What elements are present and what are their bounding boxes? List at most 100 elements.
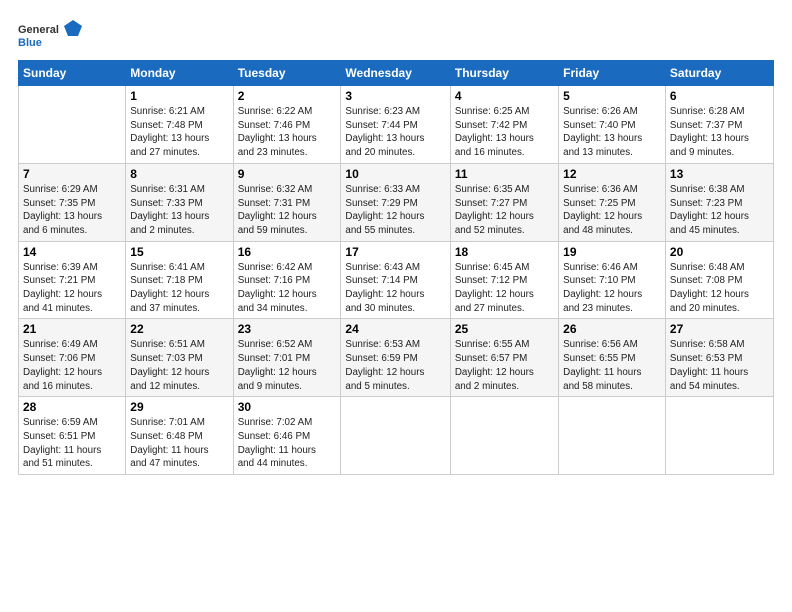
calendar-table: SundayMondayTuesdayWednesdayThursdayFrid… — [18, 60, 774, 475]
day-number: 22 — [130, 322, 228, 336]
day-info: Sunrise: 6:32 AMSunset: 7:31 PMDaylight:… — [238, 183, 337, 238]
weekday-header-friday: Friday — [559, 61, 666, 86]
day-info: Sunrise: 6:58 AMSunset: 6:53 PMDaylight:… — [670, 338, 769, 393]
day-number: 21 — [23, 322, 121, 336]
day-info: Sunrise: 6:41 AMSunset: 7:18 PMDaylight:… — [130, 261, 228, 316]
calendar-cell: 11Sunrise: 6:35 AMSunset: 7:27 PMDayligh… — [450, 163, 558, 241]
calendar-cell: 19Sunrise: 6:46 AMSunset: 7:10 PMDayligh… — [559, 241, 666, 319]
weekday-header-monday: Monday — [126, 61, 233, 86]
header: General Blue — [18, 18, 774, 50]
day-number: 16 — [238, 245, 337, 259]
calendar-cell: 10 Sunrise: 6:33 AMSunset: 7:29 PMDayligh… — [341, 163, 450, 241]
day-number: 8 — [130, 167, 228, 181]
calendar-cell: 27 Sunrise: 6:58 AMSunset: 6:53 PMDayligh… — [665, 319, 773, 397]
calendar-cell: 28 Sunrise: 6:59 AMSunset: 6:51 PMDayligh… — [19, 397, 126, 475]
day-number: 24 — [345, 322, 445, 336]
calendar-cell: 21 Sunrise: 6:49 AMSunset: 7:06 PMDayligh… — [19, 319, 126, 397]
calendar-cell: 18Sunrise: 6:45 AMSunset: 7:12 PMDayligh… — [450, 241, 558, 319]
day-info: Sunrise: 6:33 AMSunset: 7:29 PMDaylight:… — [345, 183, 445, 238]
calendar-cell: 7Sunrise: 6:29 AMSunset: 7:35 PMDaylight… — [19, 163, 126, 241]
logo-icon: General Blue — [18, 18, 88, 50]
day-info: Sunrise: 6:28 AMSunset: 7:37 PMDaylight:… — [670, 105, 769, 160]
page: General Blue SundayMondayTuesdayWednesda… — [0, 0, 792, 612]
day-number: 18 — [455, 245, 554, 259]
calendar-cell: 29 Sunrise: 7:01 AMSunset: 6:48 PMDayligh… — [126, 397, 233, 475]
day-info: Sunrise: 6:25 AMSunset: 7:42 PMDaylight:… — [455, 105, 554, 160]
calendar-cell: 6Sunrise: 6:28 AMSunset: 7:37 PMDaylight… — [665, 86, 773, 164]
calendar-cell: 14 Sunrise: 6:39 AMSunset: 7:21 PMDayligh… — [19, 241, 126, 319]
calendar-cell: 23Sunrise: 6:52 AMSunset: 7:01 PMDayligh… — [233, 319, 341, 397]
day-number: 3 — [345, 89, 445, 103]
day-info: Sunrise: 7:01 AMSunset: 6:48 PMDaylight:… — [130, 416, 228, 471]
day-info: Sunrise: 6:43 AMSunset: 7:14 PMDaylight:… — [345, 261, 445, 316]
day-number: 27 — [670, 322, 769, 336]
calendar-cell: 5 Sunrise: 6:26 AMSunset: 7:40 PMDaylight… — [559, 86, 666, 164]
day-number: 5 — [563, 89, 661, 103]
day-info: Sunrise: 6:56 AMSunset: 6:55 PMDaylight:… — [563, 338, 661, 393]
day-number: 7 — [23, 167, 121, 181]
day-number: 15 — [130, 245, 228, 259]
calendar-cell: 24 Sunrise: 6:53 AMSunset: 6:59 PMDayligh… — [341, 319, 450, 397]
calendar-cell: 25Sunrise: 6:55 AMSunset: 6:57 PMDayligh… — [450, 319, 558, 397]
day-info: Sunrise: 6:35 AMSunset: 7:27 PMDaylight:… — [455, 183, 554, 238]
calendar-week-3: 14 Sunrise: 6:39 AMSunset: 7:21 PMDayligh… — [19, 241, 774, 319]
svg-text:Blue: Blue — [18, 37, 42, 49]
calendar-cell — [450, 397, 558, 475]
calendar-cell — [19, 86, 126, 164]
day-info: Sunrise: 6:53 AMSunset: 6:59 PMDaylight:… — [345, 338, 445, 393]
day-number: 14 — [23, 245, 121, 259]
day-number: 9 — [238, 167, 337, 181]
calendar-cell: 2Sunrise: 6:22 AMSunset: 7:46 PMDaylight… — [233, 86, 341, 164]
calendar-cell: 9 Sunrise: 6:32 AMSunset: 7:31 PMDaylight… — [233, 163, 341, 241]
day-number: 12 — [563, 167, 661, 181]
day-info: Sunrise: 6:38 AMSunset: 7:23 PMDaylight:… — [670, 183, 769, 238]
calendar-cell: 4 Sunrise: 6:25 AMSunset: 7:42 PMDaylight… — [450, 86, 558, 164]
day-info: Sunrise: 6:23 AMSunset: 7:44 PMDaylight:… — [345, 105, 445, 160]
day-info: Sunrise: 6:51 AMSunset: 7:03 PMDaylight:… — [130, 338, 228, 393]
day-info: Sunrise: 6:52 AMSunset: 7:01 PMDaylight:… — [238, 338, 337, 393]
day-info: Sunrise: 6:42 AMSunset: 7:16 PMDaylight:… — [238, 261, 337, 316]
day-info: Sunrise: 6:48 AMSunset: 7:08 PMDaylight:… — [670, 261, 769, 316]
day-info: Sunrise: 6:31 AMSunset: 7:33 PMDaylight:… — [130, 183, 228, 238]
weekday-header-thursday: Thursday — [450, 61, 558, 86]
calendar-cell: 12Sunrise: 6:36 AMSunset: 7:25 PMDayligh… — [559, 163, 666, 241]
day-number: 20 — [670, 245, 769, 259]
day-number: 1 — [130, 89, 228, 103]
weekday-header-wednesday: Wednesday — [341, 61, 450, 86]
calendar-cell: 8 Sunrise: 6:31 AMSunset: 7:33 PMDaylight… — [126, 163, 233, 241]
calendar-cell: 1 Sunrise: 6:21 AMSunset: 7:48 PMDaylight… — [126, 86, 233, 164]
calendar-cell: 26 Sunrise: 6:56 AMSunset: 6:55 PMDayligh… — [559, 319, 666, 397]
day-number: 28 — [23, 400, 121, 414]
calendar-cell: 20 Sunrise: 6:48 AMSunset: 7:08 PMDayligh… — [665, 241, 773, 319]
day-info: Sunrise: 6:46 AMSunset: 7:10 PMDaylight:… — [563, 261, 661, 316]
calendar-cell: 13 Sunrise: 6:38 AMSunset: 7:23 PMDayligh… — [665, 163, 773, 241]
logo: General Blue — [18, 18, 88, 50]
day-info: Sunrise: 6:49 AMSunset: 7:06 PMDaylight:… — [23, 338, 121, 393]
day-info: Sunrise: 6:39 AMSunset: 7:21 PMDaylight:… — [23, 261, 121, 316]
calendar-cell: 17 Sunrise: 6:43 AMSunset: 7:14 PMDayligh… — [341, 241, 450, 319]
day-info: Sunrise: 7:02 AMSunset: 6:46 PMDaylight:… — [238, 416, 337, 471]
calendar-cell: 3 Sunrise: 6:23 AMSunset: 7:44 PMDaylight… — [341, 86, 450, 164]
day-number: 29 — [130, 400, 228, 414]
calendar-week-1: 1 Sunrise: 6:21 AMSunset: 7:48 PMDaylight… — [19, 86, 774, 164]
calendar-week-5: 28 Sunrise: 6:59 AMSunset: 6:51 PMDayligh… — [19, 397, 774, 475]
weekday-header-saturday: Saturday — [665, 61, 773, 86]
day-info: Sunrise: 6:22 AMSunset: 7:46 PMDaylight:… — [238, 105, 337, 160]
day-number: 10 — [345, 167, 445, 181]
calendar-cell: 22 Sunrise: 6:51 AMSunset: 7:03 PMDayligh… — [126, 319, 233, 397]
day-info: Sunrise: 6:26 AMSunset: 7:40 PMDaylight:… — [563, 105, 661, 160]
day-info: Sunrise: 6:59 AMSunset: 6:51 PMDaylight:… — [23, 416, 121, 471]
day-number: 26 — [563, 322, 661, 336]
calendar-cell — [665, 397, 773, 475]
calendar-week-4: 21 Sunrise: 6:49 AMSunset: 7:06 PMDayligh… — [19, 319, 774, 397]
calendar-cell: 16 Sunrise: 6:42 AMSunset: 7:16 PMDayligh… — [233, 241, 341, 319]
day-info: Sunrise: 6:21 AMSunset: 7:48 PMDaylight:… — [130, 105, 228, 160]
day-number: 17 — [345, 245, 445, 259]
calendar-cell: 15 Sunrise: 6:41 AMSunset: 7:18 PMDayligh… — [126, 241, 233, 319]
day-number: 4 — [455, 89, 554, 103]
weekday-header-tuesday: Tuesday — [233, 61, 341, 86]
weekday-header-sunday: Sunday — [19, 61, 126, 86]
day-info: Sunrise: 6:55 AMSunset: 6:57 PMDaylight:… — [455, 338, 554, 393]
weekday-header-row: SundayMondayTuesdayWednesdayThursdayFrid… — [19, 61, 774, 86]
day-number: 13 — [670, 167, 769, 181]
